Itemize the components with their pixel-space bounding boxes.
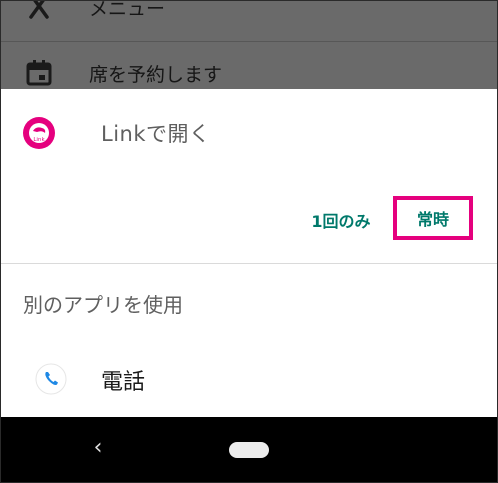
open-with-sheet: Link Linkで開く 1回のみ 常時 別のアプリを使用 電話: [1, 89, 497, 417]
navigation-bar: ‹: [1, 417, 497, 482]
always-button-label: 常時: [416, 210, 449, 229]
phone-icon: [35, 363, 67, 395]
back-icon[interactable]: ‹: [87, 436, 109, 460]
background-list: メニュー 席を予約します: [1, 1, 497, 89]
app-item-phone[interactable]: 電話: [1, 349, 497, 413]
phone-app-label: 電話: [101, 370, 146, 395]
restaurant-icon: [29, 1, 49, 19]
background-divider: [1, 41, 497, 42]
just-once-button[interactable]: 1回のみ: [298, 205, 384, 235]
sheet-divider: [1, 263, 497, 264]
background-reserve-label: 席を予約します: [89, 63, 223, 86]
svg-text:Link: Link: [33, 137, 45, 143]
open-with-header: Link Linkで開く: [1, 89, 497, 175]
calendar-icon: [26, 60, 52, 86]
link-app-icon: Link: [23, 117, 55, 149]
other-apps-heading: 別のアプリを使用: [23, 293, 183, 317]
always-button[interactable]: 常時: [393, 196, 473, 240]
background-menu-label: メニュー: [89, 1, 166, 20]
screen-frame: メニュー 席を予約します Link Linkで開く 1回のみ 常時 別のアプリを…: [0, 0, 498, 483]
home-pill-button[interactable]: [229, 442, 269, 458]
open-with-title: Linkで開く: [101, 122, 211, 146]
background-row-menu: メニュー: [1, 1, 497, 27]
background-row-reserve: 席を予約します: [1, 53, 497, 89]
